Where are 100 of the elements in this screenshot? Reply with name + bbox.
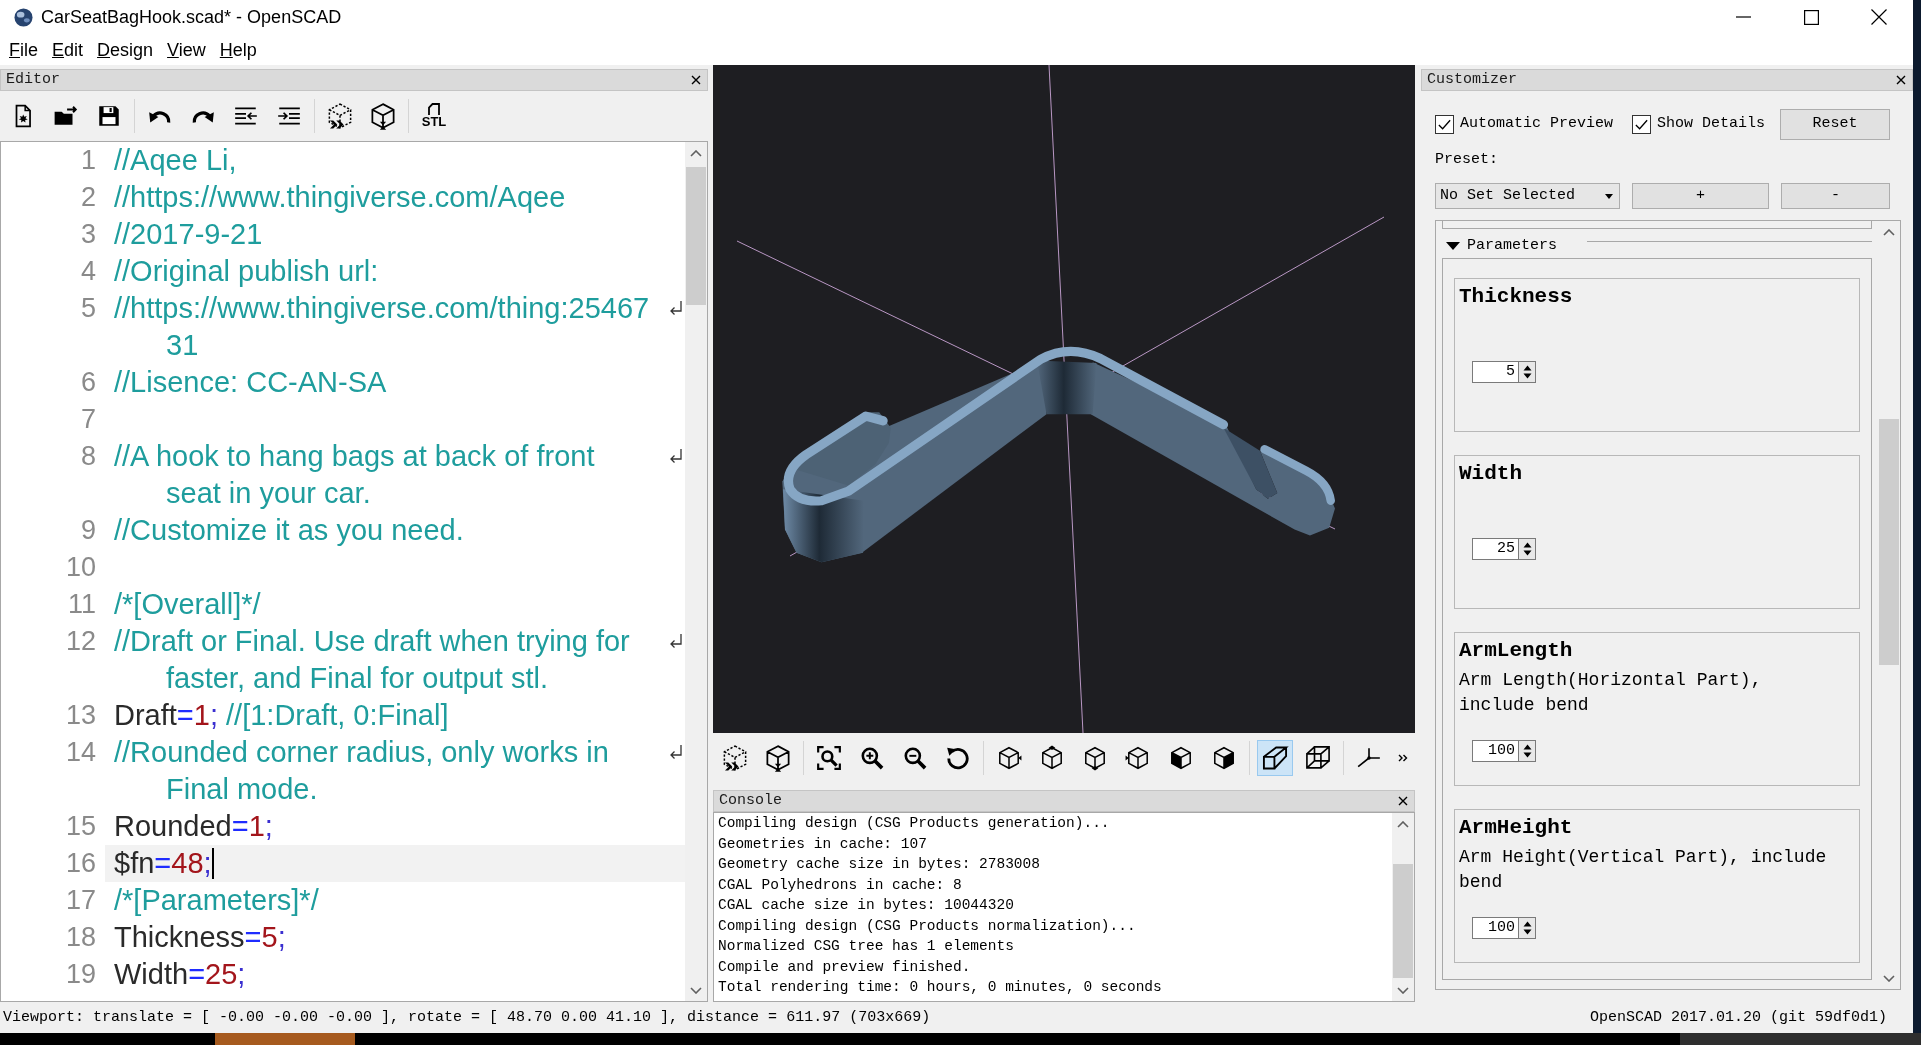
line-number: 3 bbox=[80, 218, 96, 251]
code-text: //Draft or Final. Use draft when trying for bbox=[114, 624, 630, 659]
line-number: 7 bbox=[80, 403, 96, 436]
cube-icon bbox=[1211, 745, 1237, 771]
code-text: Thickness=5; bbox=[114, 920, 286, 955]
parameter-name: Thickness bbox=[1459, 284, 1574, 310]
line-number: 6 bbox=[80, 366, 96, 399]
line-number: 5 bbox=[80, 292, 96, 325]
checkbox[interactable] bbox=[1632, 115, 1652, 134]
console-line: Compiling design (CSG Products generation)... bbox=[718, 814, 1111, 833]
wireframe-cube-icon bbox=[1304, 744, 1332, 772]
minimize-icon bbox=[1735, 16, 1751, 18]
projection-button[interactable] bbox=[1257, 740, 1293, 776]
chevron-up-icon bbox=[1883, 228, 1895, 236]
code-editor[interactable] bbox=[0, 141, 708, 1002]
console-line: Normalized CSG tree has 1 elements bbox=[718, 937, 1015, 956]
reset-button[interactable]: Reset bbox=[1780, 109, 1890, 140]
viewport-status: Viewport: translate = [ -0.00 -0.00 -0.00 ], rotate = [ 48.70 0.00 41.10 ], distance = 611.97 (703x669) bbox=[3, 1008, 931, 1029]
code-text: //Rounded corner radius, only works in bbox=[114, 735, 609, 770]
line-number: 16 bbox=[65, 847, 96, 880]
line-number: 11 bbox=[67, 588, 96, 621]
up-down-arrows-icon bbox=[1522, 541, 1532, 557]
close-icon bbox=[691, 75, 701, 85]
number-input[interactable]: 25 bbox=[1472, 538, 1519, 560]
line-number: 18 bbox=[65, 921, 96, 954]
panel-title: Customizer bbox=[1427, 70, 1517, 90]
cube-icon bbox=[996, 745, 1022, 771]
parameter-description: Arm Length(Horizontal Part), include bend bbox=[1459, 669, 1763, 717]
line-number: 9 bbox=[80, 514, 96, 547]
window-title: CarSeatBagHook.scad* - OpenSCAD bbox=[41, 5, 342, 29]
close-button[interactable] bbox=[1894, 73, 1908, 87]
chevron-down-icon bbox=[1883, 974, 1895, 982]
line-number: 12 bbox=[65, 625, 96, 658]
code-text: faster, and Final for output stl. bbox=[165, 661, 549, 696]
double-chevron-icon bbox=[1398, 753, 1408, 763]
chevron-down-icon bbox=[1397, 986, 1409, 994]
up-down-arrows-icon bbox=[1522, 364, 1532, 380]
group-title: Parameters bbox=[1467, 235, 1557, 256]
code-text: //A hook to hang bags at back of front bbox=[114, 439, 595, 474]
preset-dropdown[interactable]: No Set Selected bbox=[1435, 183, 1620, 209]
sphere-icon bbox=[14, 7, 33, 27]
code-text: Draft=1; //[1:Draft, 0:Final] bbox=[114, 698, 449, 733]
add-preset-button[interactable]: + bbox=[1632, 183, 1769, 209]
line-number: 19 bbox=[65, 958, 96, 991]
line-number: 14 bbox=[65, 736, 96, 769]
parameter-description: Arm Height(Vertical Part), include bend bbox=[1459, 846, 1828, 894]
maximize-icon bbox=[1803, 9, 1819, 25]
scrollbar-thumb[interactable] bbox=[686, 167, 706, 305]
number-input[interactable]: 100 bbox=[1472, 740, 1519, 762]
spin-button[interactable] bbox=[1519, 361, 1536, 383]
close-button[interactable] bbox=[1396, 794, 1410, 808]
remove-preset-button[interactable]: - bbox=[1781, 183, 1890, 209]
spin-button[interactable] bbox=[1519, 538, 1536, 560]
export-stl-button[interactable]: STL bbox=[416, 98, 452, 134]
panel-title: Editor bbox=[6, 70, 60, 90]
scrollbar-thumb[interactable] bbox=[1879, 419, 1899, 665]
line-number: 1 bbox=[80, 144, 96, 177]
code-text: seat in your car. bbox=[165, 476, 371, 511]
chevron-up-icon bbox=[1397, 820, 1409, 828]
up-down-arrows-icon bbox=[1522, 743, 1532, 759]
code-text: $fn=48; bbox=[114, 846, 212, 881]
triangle-down-icon bbox=[1446, 242, 1460, 250]
cube-icon bbox=[1039, 745, 1065, 771]
number-input[interactable]: 100 bbox=[1472, 917, 1519, 939]
close-icon bbox=[1871, 9, 1887, 25]
menu-item[interactable]: File bbox=[2, 37, 45, 62]
menu-item[interactable]: Edit bbox=[45, 37, 91, 62]
code-text: Width=25; bbox=[114, 957, 246, 992]
code-text: /*[Overall]*/ bbox=[114, 587, 261, 622]
checkbox-label: Automatic Preview bbox=[1460, 114, 1614, 135]
checkbox[interactable] bbox=[1435, 115, 1454, 134]
cube-icon bbox=[1082, 745, 1108, 771]
checkmark-icon bbox=[1437, 117, 1452, 132]
close-button[interactable] bbox=[689, 73, 703, 87]
code-text: //Customize it as you need. bbox=[114, 513, 464, 548]
code-text: //2017-9-21 bbox=[114, 217, 263, 252]
zoom-fit-icon bbox=[816, 745, 842, 771]
console-line: Total rendering time: 0 hours, 0 minutes, 0 seconds bbox=[718, 978, 1163, 997]
number-input[interactable]: 5 bbox=[1472, 361, 1519, 383]
preset-label: Preset: bbox=[1435, 150, 1499, 170]
code-text: //Original publish url: bbox=[114, 254, 379, 289]
perspective-box-icon bbox=[1261, 744, 1289, 772]
panel-title: Console bbox=[719, 791, 782, 811]
code-text: //https://www.thingiverse.com/Aqee bbox=[114, 180, 566, 215]
cube-icon bbox=[1125, 745, 1151, 771]
code-text: 31 bbox=[165, 328, 199, 363]
scrollbar-thumb[interactable] bbox=[1393, 864, 1413, 978]
zoom-in-icon bbox=[859, 745, 885, 771]
parameter-name: ArmHeight bbox=[1459, 815, 1574, 841]
caret-down-icon bbox=[1605, 193, 1613, 199]
menu-item[interactable]: Design bbox=[90, 37, 161, 62]
spin-button[interactable] bbox=[1519, 740, 1536, 762]
console-line: Geometries in cache: 107 bbox=[718, 834, 928, 854]
line-number: 2 bbox=[80, 181, 96, 214]
code-text: Final mode. bbox=[165, 772, 318, 807]
close-icon bbox=[1398, 796, 1408, 806]
menu-item[interactable]: Help bbox=[212, 37, 264, 62]
menu-item[interactable]: View bbox=[160, 37, 213, 62]
zoom-out-icon bbox=[902, 745, 928, 771]
spin-button[interactable] bbox=[1519, 917, 1536, 939]
